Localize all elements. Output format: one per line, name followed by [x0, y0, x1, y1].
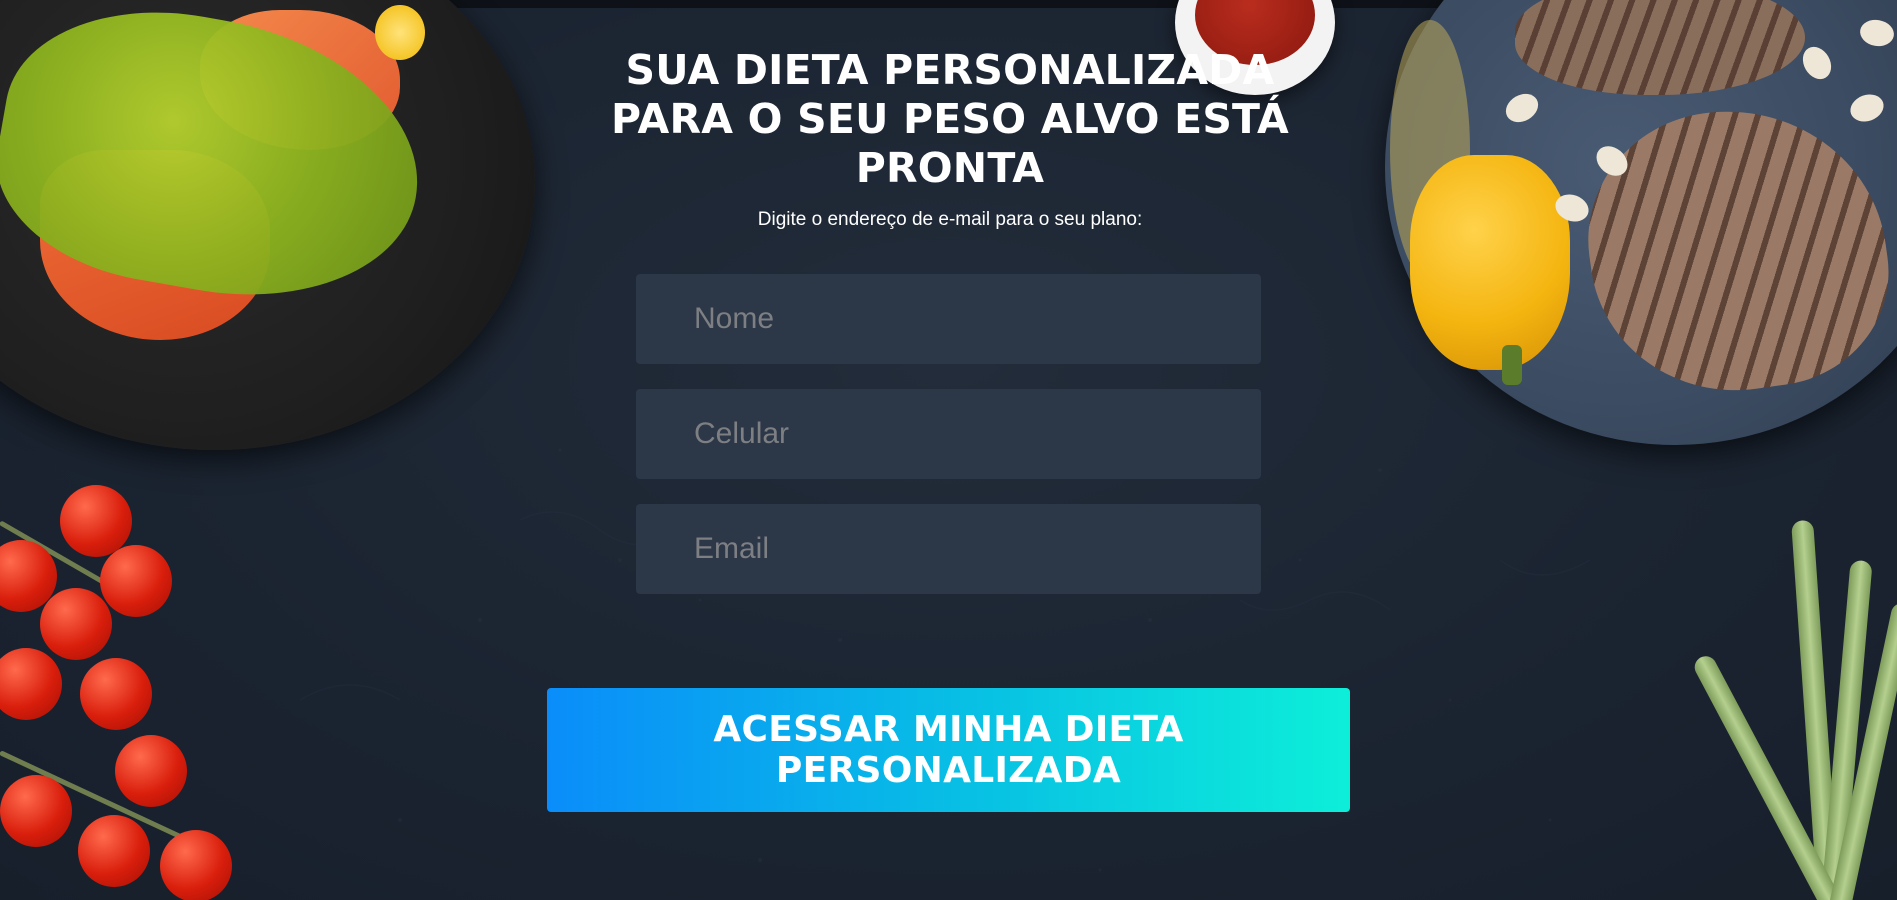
page-headline: SUA DIETA PERSONALIZADA PARA O SEU PESO … [611, 46, 1289, 192]
landing-page: SUA DIETA PERSONALIZADA PARA O SEU PESO … [0, 0, 1897, 900]
signup-form-section: SUA DIETA PERSONALIZADA PARA O SEU PESO … [0, 0, 1897, 900]
access-diet-button[interactable]: ACESSAR MINHA DIETA PERSONALIZADA [547, 688, 1350, 812]
phone-input[interactable] [636, 389, 1261, 479]
name-input[interactable] [636, 274, 1261, 364]
email-input[interactable] [636, 504, 1261, 594]
form-instruction: Digite o endereço de e-mail para o seu p… [757, 209, 1143, 230]
